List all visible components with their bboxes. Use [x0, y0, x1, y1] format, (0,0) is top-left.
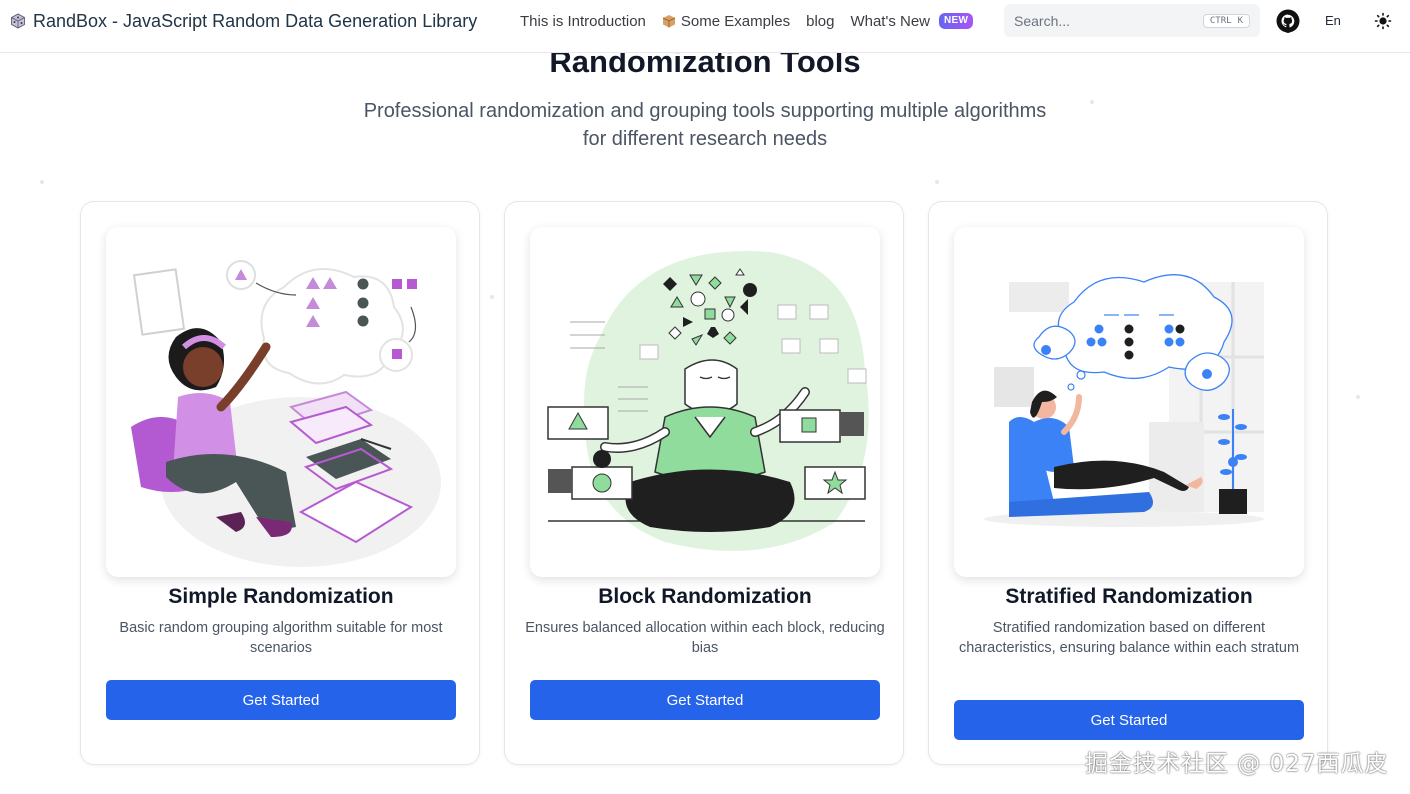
github-icon[interactable]: [1276, 9, 1300, 33]
card-block-randomization: Block Randomization Ensures balanced all…: [504, 201, 904, 765]
card-description: Stratified randomization based on differ…: [958, 620, 1300, 656]
block-randomization-illustration: [530, 227, 880, 577]
nav-link-whats-new[interactable]: What's New NEW: [850, 13, 974, 30]
search-input[interactable]: Search... CTRL K: [1004, 4, 1260, 37]
card-stratified-randomization: Stratified Randomization Stratified rand…: [928, 201, 1328, 765]
card-description: Ensures balanced allocation within each …: [525, 620, 885, 656]
brand-link[interactable]: RandBox - JavaScript Random Data Generat…: [10, 10, 477, 32]
decor-dot: [935, 180, 939, 184]
decor-dot: [490, 295, 494, 299]
nav-link-examples[interactable]: Some Examples: [662, 13, 790, 30]
nav-links: This is Introduction Some Examples blog …: [520, 10, 989, 32]
nav-link-blog[interactable]: blog: [806, 13, 834, 30]
nav-link-introduction[interactable]: This is Introduction: [520, 13, 646, 30]
package-icon: [662, 15, 676, 28]
get-started-button[interactable]: Get Started: [954, 700, 1304, 740]
decor-dot: [1356, 395, 1360, 399]
top-nav: RandBox - JavaScript Random Data Generat…: [0, 0, 1410, 53]
watermark: 掘金技术社区 @ 027西瓜皮: [1085, 751, 1389, 777]
card-title: Simple Randomization: [168, 585, 394, 608]
new-badge: NEW: [939, 13, 974, 29]
language-switcher[interactable]: En: [1325, 13, 1341, 28]
card-title: Stratified Randomization: [1005, 585, 1253, 608]
search-shortcut: CTRL K: [1202, 13, 1250, 28]
get-started-button[interactable]: Get Started: [530, 680, 880, 720]
decor-dot: [40, 180, 44, 184]
card-title: Block Randomization: [598, 585, 812, 608]
sun-icon[interactable]: [1374, 12, 1392, 30]
card-simple-randomization: Simple Randomization Basic random groupi…: [80, 201, 480, 765]
stratified-randomization-illustration: [954, 227, 1304, 577]
card-description: Basic random grouping algorithm suitable…: [119, 620, 443, 656]
brand-title: RandBox - JavaScript Random Data Generat…: [33, 10, 478, 31]
get-started-button[interactable]: Get Started: [106, 680, 456, 720]
search-placeholder: Search...: [1014, 12, 1071, 29]
dice-logo-icon: [11, 13, 25, 29]
simple-randomization-illustration: [106, 227, 456, 577]
page-subtitle: Professional randomization and grouping …: [363, 100, 1047, 150]
